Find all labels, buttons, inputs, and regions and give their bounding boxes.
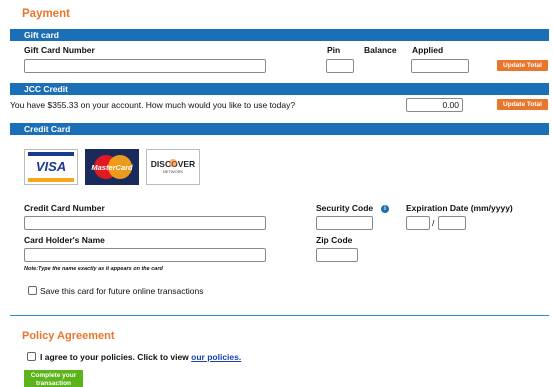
card-holder-name-label: Card Holder's Name xyxy=(24,235,105,245)
jcc-credit-amount-input[interactable]: 0.00 xyxy=(406,98,463,112)
gift-card-number-input[interactable] xyxy=(24,59,266,73)
security-code-label: Security Code xyxy=(316,203,374,213)
policy-agreement-title: Policy Agreement xyxy=(22,330,115,342)
visa-text: VISA xyxy=(35,159,67,174)
gift-card-number-label: Gift Card Number xyxy=(24,45,95,55)
visa-logo: VISA xyxy=(24,149,78,185)
info-icon[interactable]: i xyxy=(381,205,389,213)
discover-logo: DISCOVER NETWORK xyxy=(146,149,200,185)
agree-policies-text: I agree to your policies. Click to view xyxy=(40,352,189,362)
pin-label: Pin xyxy=(327,45,341,55)
gift-card-bar-label: Gift card xyxy=(24,30,59,40)
credit-card-number-label: Credit Card Number xyxy=(24,203,105,213)
zip-code-label: Zip Code xyxy=(316,235,353,245)
discover-network-text: NETWORK xyxy=(162,169,184,174)
card-holder-name-input[interactable] xyxy=(24,248,266,262)
expiration-month-input[interactable] xyxy=(406,216,430,230)
gift-card-bar: Gift card xyxy=(10,29,549,41)
credit-card-bar: Credit Card xyxy=(10,123,549,135)
save-card-label: Save this card for future online transac… xyxy=(40,286,204,296)
complete-button-line2: transaction xyxy=(35,379,72,387)
jcc-credit-bar: JCC Credit xyxy=(10,83,549,95)
agree-policies-label: I agree to your policies. Click to view … xyxy=(40,352,241,362)
zip-code-input[interactable] xyxy=(316,248,358,262)
applied-label: Applied xyxy=(412,45,444,55)
gift-card-update-total-button[interactable]: Update Total xyxy=(497,60,548,71)
expiration-year-input[interactable] xyxy=(438,216,466,230)
applied-input[interactable] xyxy=(411,59,469,73)
expiration-date-label: Expiration Date (mm/yyyy) xyxy=(406,203,513,213)
credit-card-number-input[interactable] xyxy=(24,216,266,230)
complete-button-line1: Complete your xyxy=(30,372,77,379)
payment-title: Payment xyxy=(22,8,70,20)
our-policies-link[interactable]: our policies. xyxy=(191,352,241,362)
security-code-input[interactable] xyxy=(316,216,373,230)
card-holder-note: Note:Type the name exactly as it appears… xyxy=(24,266,163,272)
agree-policies-checkbox[interactable] xyxy=(27,352,36,361)
mastercard-logo: MasterCard xyxy=(85,149,139,185)
mastercard-text: MasterCard xyxy=(91,163,133,172)
balance-label: Balance xyxy=(364,45,397,55)
credit-card-bar-label: Credit Card xyxy=(24,124,71,134)
jcc-credit-bar-label: JCC Credit xyxy=(24,84,68,94)
jcc-credit-update-total-button[interactable]: Update Total xyxy=(497,99,548,110)
pin-input[interactable] xyxy=(326,59,354,73)
section-divider xyxy=(10,315,549,316)
jcc-credit-message: You have $355.33 on your account. How mu… xyxy=(10,100,296,110)
save-card-checkbox[interactable] xyxy=(28,286,37,295)
expiration-separator: / xyxy=(432,218,435,228)
complete-transaction-button[interactable]: Complete your transaction xyxy=(24,370,83,387)
